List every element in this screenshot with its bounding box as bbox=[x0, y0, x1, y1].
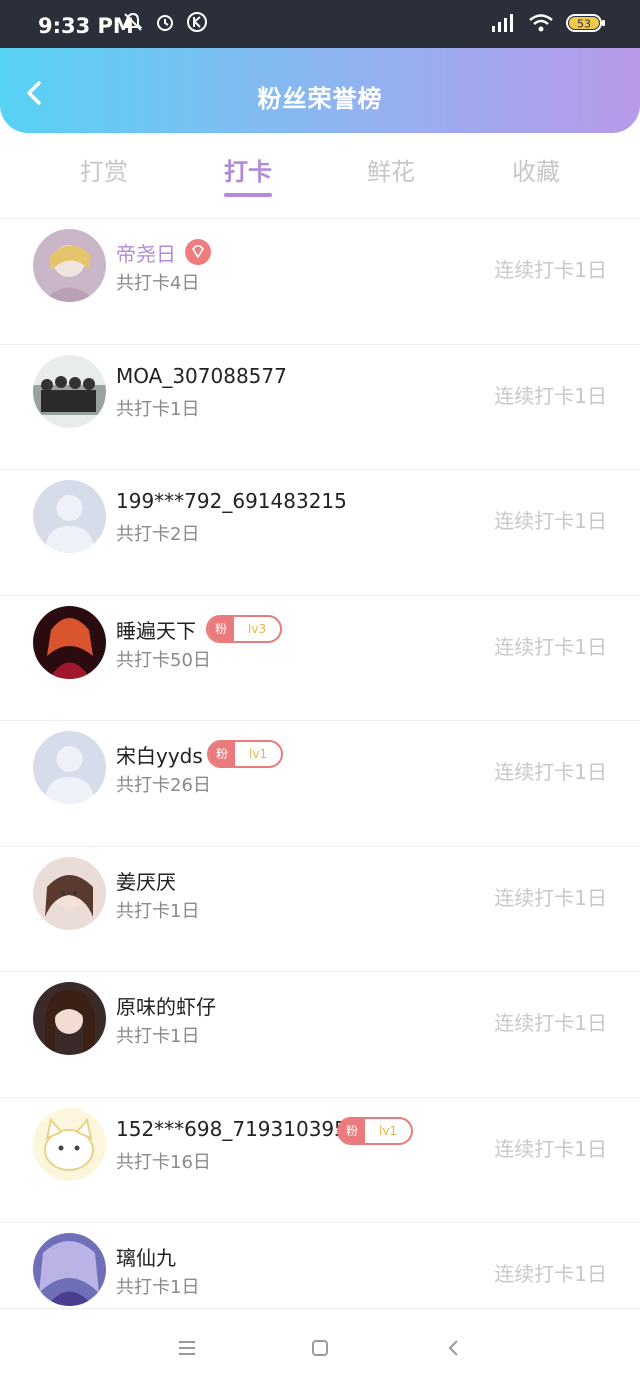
alarm-icon bbox=[157, 15, 173, 31]
home-icon[interactable] bbox=[307, 1335, 333, 1361]
level-label: lv3 bbox=[248, 621, 267, 636]
k-app-icon bbox=[187, 12, 207, 32]
tab-flowers[interactable]: 鲜花 bbox=[331, 152, 451, 187]
avatar[interactable] bbox=[33, 354, 106, 428]
list-item[interactable]: 原味的虾仔 共打卡1日 连续打卡1日 bbox=[0, 971, 640, 1097]
total-checkins: 共打卡1日 bbox=[116, 900, 200, 922]
user-name: 152***698_719310395 bbox=[116, 1116, 347, 1141]
list-item[interactable]: 宋白yyds 粉 lv1 共打卡26日 连续打卡1日 bbox=[0, 720, 640, 846]
total-checkins: 共打卡16日 bbox=[116, 1151, 211, 1173]
ranking-list: 帝尧日 共打卡4日 连续打卡1日 MOA_307088577 共打卡1日 连续打… bbox=[0, 218, 640, 1348]
tab-checkin[interactable]: 打卡 bbox=[188, 152, 308, 187]
user-name: 姜厌厌 bbox=[116, 869, 176, 894]
fan-level-badge: 粉 lv3 bbox=[206, 614, 283, 643]
menu-icon[interactable] bbox=[174, 1335, 200, 1361]
wifi-icon bbox=[529, 14, 553, 32]
fan-level-badge: 粉 lv1 bbox=[337, 1116, 414, 1145]
user-name: MOA_307088577 bbox=[116, 363, 287, 388]
streak-label: 连续打卡1日 bbox=[494, 258, 607, 282]
default-avatar-icon[interactable] bbox=[33, 731, 106, 804]
streak-label: 连续打卡1日 bbox=[494, 885, 607, 910]
avatar[interactable] bbox=[33, 982, 106, 1055]
fan-label: 粉 bbox=[208, 616, 235, 641]
streak-label: 连续打卡1日 bbox=[494, 1262, 607, 1286]
vip-diamond-badge bbox=[185, 239, 211, 265]
user-name: 原味的虾仔 bbox=[116, 995, 216, 1019]
user-name: 璃仙九 bbox=[116, 1246, 176, 1270]
default-avatar-icon[interactable] bbox=[33, 480, 106, 553]
total-checkins: 共打卡1日 bbox=[116, 398, 200, 420]
user-name: 帝尧日 bbox=[116, 242, 176, 266]
list-item[interactable]: 姜厌厌 共打卡1日 连续打卡1日 bbox=[0, 845, 640, 972]
system-navigation-bar bbox=[0, 1308, 640, 1387]
streak-label: 连续打卡1日 bbox=[494, 383, 607, 408]
total-checkins: 共打卡2日 bbox=[116, 524, 200, 545]
total-checkins: 共打卡50日 bbox=[116, 649, 211, 671]
streak-label: 连续打卡1日 bbox=[494, 1136, 607, 1161]
total-checkins: 共打卡4日 bbox=[116, 273, 200, 294]
streak-label: 连续打卡1日 bbox=[494, 634, 607, 659]
total-checkins: 共打卡26日 bbox=[116, 775, 211, 796]
header: 粉丝荣誉榜 bbox=[0, 48, 640, 133]
status-time: 9:33 PM bbox=[38, 14, 134, 38]
battery-icon: 53 bbox=[566, 14, 605, 32]
status-bar: 9:33 PM 53 bbox=[0, 0, 640, 48]
level-label: lv1 bbox=[379, 1123, 398, 1138]
user-name: 199***792_691483215 bbox=[116, 489, 347, 513]
list-item[interactable]: 152***698_719310395 粉 lv1 共打卡16日 连续打卡1日 bbox=[0, 1096, 640, 1223]
back-icon[interactable] bbox=[441, 1335, 467, 1361]
tab-indicator bbox=[224, 193, 272, 197]
avatar[interactable] bbox=[33, 1233, 106, 1306]
total-checkins: 共打卡1日 bbox=[116, 1026, 200, 1047]
avatar[interactable] bbox=[33, 1107, 106, 1181]
total-checkins: 共打卡1日 bbox=[116, 1277, 200, 1298]
tab-bar: 打赏 打卡 鲜花 收藏 bbox=[0, 140, 640, 206]
avatar[interactable] bbox=[33, 605, 106, 679]
page-title: 粉丝荣誉榜 bbox=[257, 85, 383, 113]
battery-level: 53 bbox=[577, 18, 591, 31]
fan-level-badge: 粉 lv1 bbox=[207, 740, 284, 768]
streak-label: 连续打卡1日 bbox=[494, 760, 607, 784]
streak-label: 连续打卡1日 bbox=[494, 1011, 607, 1035]
list-item[interactable]: MOA_307088577 共打卡1日 连续打卡1日 bbox=[0, 343, 640, 470]
mute-icon bbox=[123, 12, 143, 31]
level-label: lv1 bbox=[249, 747, 268, 761]
user-name: 宋白yyds bbox=[116, 744, 203, 768]
user-name: 睡遍天下 bbox=[116, 618, 196, 643]
fan-label: 粉 bbox=[209, 742, 236, 766]
avatar[interactable] bbox=[33, 856, 106, 930]
signal-icon bbox=[492, 14, 513, 32]
streak-label: 连续打卡1日 bbox=[494, 509, 607, 533]
list-item[interactable]: 睡遍天下 粉 lv3 共打卡50日 连续打卡1日 bbox=[0, 594, 640, 721]
tab-reward[interactable]: 打赏 bbox=[44, 152, 164, 187]
tab-favorites[interactable]: 收藏 bbox=[476, 152, 596, 187]
list-item[interactable]: 帝尧日 共打卡4日 连续打卡1日 bbox=[0, 218, 640, 344]
avatar[interactable] bbox=[33, 229, 106, 302]
list-item[interactable]: 199***792_691483215 共打卡2日 连续打卡1日 bbox=[0, 469, 640, 595]
fan-label: 粉 bbox=[339, 1118, 366, 1143]
diamond-icon bbox=[191, 245, 205, 259]
